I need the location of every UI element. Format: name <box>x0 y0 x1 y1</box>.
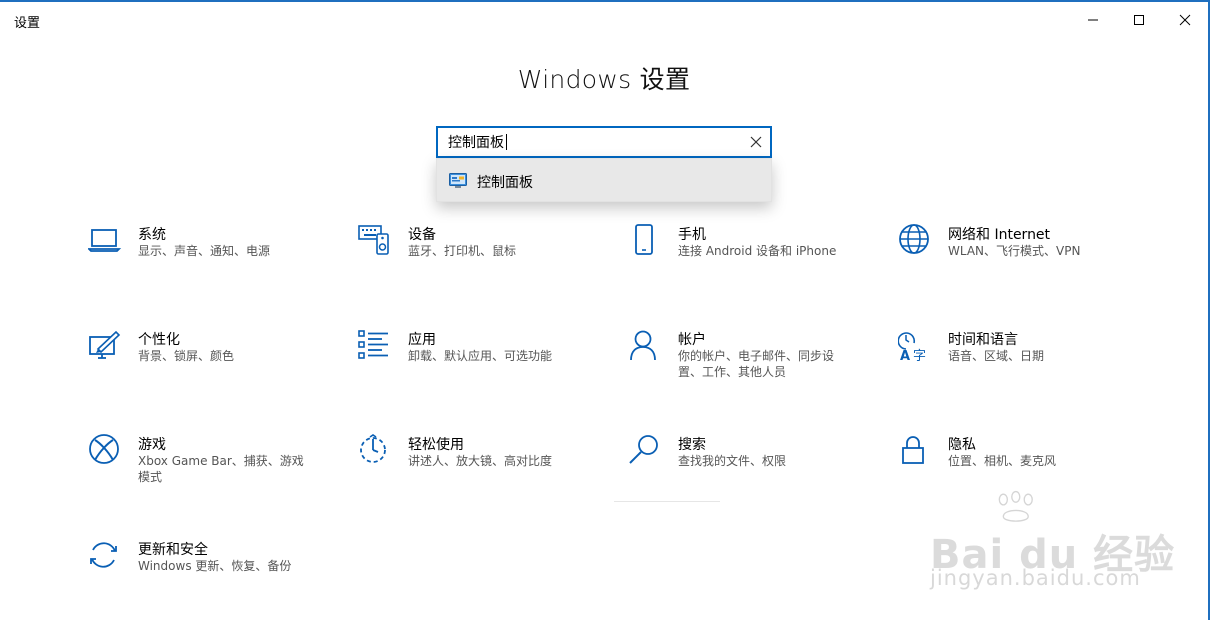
control-panel-icon <box>449 173 467 188</box>
ease-of-access-icon <box>360 434 386 463</box>
tile-ease-of-access[interactable]: 轻松使用 讲述人、放大镜、高对比度 <box>358 434 608 504</box>
svg-text:字: 字 <box>913 349 926 363</box>
tile-gaming[interactable]: 游戏 Xbox Game Bar、捕获、游戏模式 <box>88 434 338 504</box>
tile-title: 隐私 <box>948 437 976 453</box>
tile-title: 设备 <box>408 227 436 243</box>
tile-personalization[interactable]: 个性化 背景、锁屏、颜色 <box>88 329 338 399</box>
devices-icon <box>358 225 389 255</box>
watermark-url: jingyan.baidu.com <box>930 566 1141 590</box>
tile-title: 轻松使用 <box>408 437 464 453</box>
tile-system[interactable]: 系统 显示、声音、通知、电源 <box>88 224 338 294</box>
tile-devices[interactable]: 设备 蓝牙、打印机、鼠标 <box>358 224 608 294</box>
tile-time-language[interactable]: A 字 时间和语言 语音、区域、日期 <box>898 329 1148 399</box>
maximize-icon <box>1134 15 1144 25</box>
tile-desc: 你的帐户、电子邮件、同步设置、工作、其他人员 <box>678 349 835 379</box>
tile-desc: 蓝牙、打印机、鼠标 <box>408 244 517 258</box>
tile-title: 手机 <box>678 227 706 243</box>
tile-desc: 讲述人、放大镜、高对比度 <box>408 454 553 468</box>
tile-title: 系统 <box>138 227 166 243</box>
search-suggestions: 控制面板 <box>436 158 772 202</box>
search-icon <box>629 435 658 464</box>
clear-icon[interactable] <box>750 136 762 148</box>
tile-title: 个性化 <box>138 332 180 348</box>
window-title: 设置 <box>14 16 41 31</box>
search-input[interactable] <box>438 128 748 156</box>
tile-apps[interactable]: 应用 卸载、默认应用、可选功能 <box>358 329 608 399</box>
tile-title: 搜索 <box>678 437 706 453</box>
apps-list-icon <box>358 330 388 359</box>
minimize-button[interactable] <box>1070 2 1116 38</box>
laptop-icon <box>88 229 122 252</box>
tile-desc: 卸载、默认应用、可选功能 <box>408 349 553 363</box>
tile-accounts[interactable]: 帐户 你的帐户、电子邮件、同步设置、工作、其他人员 <box>628 329 878 399</box>
tile-desc: Xbox Game Bar、捕获、游戏模式 <box>138 454 304 484</box>
search-box[interactable] <box>436 126 772 158</box>
maximize-button[interactable] <box>1116 2 1162 38</box>
personalize-icon <box>89 330 121 359</box>
tile-title: 应用 <box>408 332 436 348</box>
lock-icon <box>902 436 924 464</box>
tile-title: 时间和语言 <box>948 332 1018 348</box>
tile-desc: 显示、声音、通知、电源 <box>138 244 271 258</box>
tile-desc: 位置、相机、麦克风 <box>948 454 1057 468</box>
tile-desc: 背景、锁屏、颜色 <box>138 349 235 363</box>
tile-title: 网络和 Internet <box>948 227 1051 243</box>
tile-desc: 连接 Android 设备和 iPhone <box>678 244 837 258</box>
tile-desc: Windows 更新、恢复、备份 <box>138 559 292 573</box>
divider <box>614 501 720 502</box>
tile-title: 帐户 <box>678 332 706 348</box>
update-icon <box>90 542 117 568</box>
close-button[interactable] <box>1162 2 1208 38</box>
tile-desc: 查找我的文件、权限 <box>678 454 787 468</box>
person-icon <box>630 330 656 361</box>
tile-title: 更新和安全 <box>138 542 208 558</box>
text-caret <box>506 134 507 150</box>
tile-desc: 语音、区域、日期 <box>948 349 1045 363</box>
tile-title: 游戏 <box>138 437 166 453</box>
tile-network[interactable]: 网络和 Internet WLAN、飞行模式、VPN <box>898 224 1148 294</box>
title-bar: 设置 <box>0 2 1208 38</box>
tile-phone[interactable]: 手机 连接 Android 设备和 iPhone <box>628 224 878 294</box>
suggestion-item[interactable]: 控制面板 <box>437 159 771 201</box>
xbox-icon <box>89 434 119 464</box>
close-icon <box>1179 14 1191 26</box>
svg-text:A: A <box>900 349 910 363</box>
globe-icon <box>899 224 929 254</box>
phone-icon <box>635 224 653 255</box>
tile-update-security[interactable]: 更新和安全 Windows 更新、恢复、备份 <box>88 539 338 609</box>
suggestion-label: 控制面板 <box>477 175 533 191</box>
tile-search[interactable]: 搜索 查找我的文件、权限 <box>628 434 878 504</box>
minimize-icon <box>1088 19 1098 21</box>
time-language-icon: A 字 <box>898 332 926 363</box>
tile-desc: WLAN、飞行模式、VPN <box>948 244 1081 258</box>
page-title: Windows 设置 <box>517 65 691 94</box>
